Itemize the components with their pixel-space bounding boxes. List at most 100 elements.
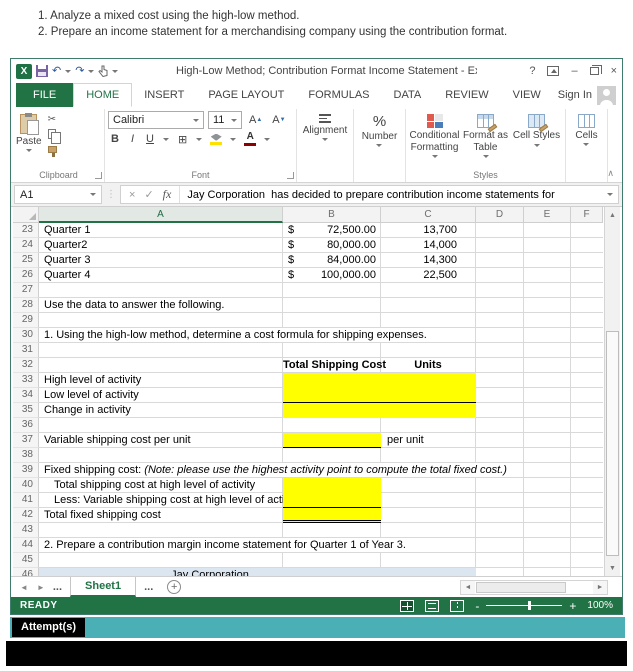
cell-F39[interactable] bbox=[571, 463, 603, 478]
cell-B42[interactable] bbox=[283, 508, 381, 523]
cell-B24[interactable]: $80,000.00 bbox=[283, 238, 381, 253]
cell-D43[interactable] bbox=[476, 523, 524, 538]
shrink-font-button[interactable]: A ▼ bbox=[269, 114, 288, 126]
cell-D31[interactable] bbox=[476, 343, 524, 358]
cell-F35[interactable] bbox=[571, 403, 603, 418]
cell-F24[interactable] bbox=[571, 238, 603, 253]
font-color-caret[interactable] bbox=[264, 137, 271, 141]
borders-icon[interactable]: ⊞ bbox=[175, 133, 190, 146]
bold-button[interactable]: B bbox=[108, 133, 122, 145]
cell-A23[interactable]: Quarter 1 bbox=[39, 223, 283, 238]
sign-in-link[interactable]: Sign In bbox=[558, 89, 592, 101]
zoom-in-icon[interactable]: + bbox=[569, 600, 576, 612]
cell-B41[interactable] bbox=[283, 493, 381, 508]
cell-C35[interactable] bbox=[381, 403, 476, 418]
row-header-41[interactable]: 41 bbox=[13, 493, 39, 508]
cell-F31[interactable] bbox=[571, 343, 603, 358]
tab-page-layout[interactable]: PAGE LAYOUT bbox=[196, 83, 296, 107]
cell-C24[interactable]: 14,000 bbox=[381, 238, 476, 253]
tab-insert[interactable]: INSERT bbox=[132, 83, 196, 107]
cell-A45[interactable] bbox=[39, 553, 283, 568]
cell-D26[interactable] bbox=[476, 268, 524, 283]
cell-B31[interactable] bbox=[283, 343, 381, 358]
cell-C28[interactable] bbox=[381, 298, 476, 313]
cell-F41[interactable] bbox=[571, 493, 603, 508]
zoom-out-icon[interactable]: - bbox=[475, 600, 479, 612]
cell-D24[interactable] bbox=[476, 238, 524, 253]
cell-D35[interactable] bbox=[476, 403, 524, 418]
font-dialog-launcher-icon[interactable] bbox=[287, 172, 294, 179]
underline-caret[interactable] bbox=[162, 137, 169, 141]
cell-A36[interactable] bbox=[39, 418, 283, 433]
alignment-button[interactable]: Alignment bbox=[303, 111, 347, 180]
cell-A37[interactable]: Variable shipping cost per unit bbox=[39, 433, 283, 448]
cell-C43[interactable] bbox=[381, 523, 476, 538]
ribbon-display-options-icon[interactable] bbox=[547, 66, 560, 76]
cell-C45[interactable] bbox=[381, 553, 476, 568]
undo-icon[interactable]: ↶ bbox=[52, 65, 61, 77]
cell-A41[interactable]: Less: Variable shipping cost at high lev… bbox=[39, 493, 301, 508]
sheet-prev-icon[interactable]: ◄ bbox=[20, 583, 28, 592]
sheet-dots-left[interactable]: ... bbox=[53, 581, 62, 593]
cell-A31[interactable] bbox=[39, 343, 283, 358]
cell-A27[interactable] bbox=[39, 283, 283, 298]
cell-F26[interactable] bbox=[571, 268, 603, 283]
tab-home[interactable]: HOME bbox=[73, 83, 133, 107]
undo-dropdown-caret[interactable] bbox=[65, 69, 72, 73]
cell-C26[interactable]: 22,500 bbox=[381, 268, 476, 283]
cell-E30[interactable] bbox=[524, 328, 571, 343]
cell-D41[interactable] bbox=[476, 493, 524, 508]
cell-D46[interactable] bbox=[476, 568, 524, 576]
cell-F46[interactable] bbox=[571, 568, 603, 576]
fill-color-caret[interactable] bbox=[230, 137, 237, 141]
cell-C34[interactable] bbox=[381, 388, 476, 403]
cell-E33[interactable] bbox=[524, 373, 571, 388]
conditional-formatting-button[interactable]: Conditional Formatting bbox=[409, 111, 460, 166]
hscroll-left-icon[interactable]: ◄ bbox=[461, 580, 475, 594]
cell-B38[interactable] bbox=[283, 448, 381, 463]
row-header-44[interactable]: 44 bbox=[13, 538, 39, 553]
cell-A39[interactable]: Fixed shipping cost: (Note: please use t… bbox=[39, 463, 524, 478]
scroll-up-icon[interactable]: ▲ bbox=[605, 207, 620, 223]
restore-icon[interactable] bbox=[589, 65, 602, 75]
cell-F34[interactable] bbox=[571, 388, 603, 403]
cell-F38[interactable] bbox=[571, 448, 603, 463]
cell-B27[interactable] bbox=[283, 283, 381, 298]
cell-E44[interactable] bbox=[524, 538, 571, 553]
cell-A43[interactable] bbox=[39, 523, 283, 538]
row-header-46[interactable]: 46 bbox=[13, 568, 39, 576]
cell-F36[interactable] bbox=[571, 418, 603, 433]
column-header-C[interactable]: C bbox=[381, 207, 476, 223]
cell-D28[interactable] bbox=[476, 298, 524, 313]
cell-E28[interactable] bbox=[524, 298, 571, 313]
cell-A42[interactable]: Total fixed shipping cost bbox=[39, 508, 283, 523]
cell-C41[interactable] bbox=[381, 493, 476, 508]
cell-B32[interactable]: Total Shipping Cost bbox=[283, 358, 386, 373]
row-header-43[interactable]: 43 bbox=[13, 523, 39, 538]
cell-E37[interactable] bbox=[524, 433, 571, 448]
cell-E36[interactable] bbox=[524, 418, 571, 433]
name-box[interactable]: A1 bbox=[14, 185, 102, 204]
row-header-27[interactable]: 27 bbox=[13, 283, 39, 298]
save-icon[interactable] bbox=[36, 65, 48, 77]
cell-E32[interactable] bbox=[524, 358, 571, 373]
cell-B43[interactable] bbox=[283, 523, 381, 538]
cell-D44[interactable] bbox=[476, 538, 524, 553]
touch-mode-icon[interactable] bbox=[98, 65, 108, 77]
cell-D27[interactable] bbox=[476, 283, 524, 298]
underline-button[interactable]: U bbox=[143, 133, 157, 145]
cell-A35[interactable]: Change in activity bbox=[39, 403, 283, 418]
column-header-B[interactable]: B bbox=[283, 207, 381, 223]
row-header-32[interactable]: 32 bbox=[13, 358, 39, 373]
cell-F45[interactable] bbox=[571, 553, 603, 568]
row-header-34[interactable]: 34 bbox=[13, 388, 39, 403]
cell-D34[interactable] bbox=[476, 388, 524, 403]
formula-input[interactable]: Jay Corporation has decided to prepare c… bbox=[180, 189, 602, 201]
cell-E39[interactable] bbox=[524, 463, 571, 478]
cell-A40[interactable]: Total shipping cost at high level of act… bbox=[39, 478, 283, 493]
normal-view-icon[interactable] bbox=[400, 599, 415, 612]
column-header-D[interactable]: D bbox=[476, 207, 524, 223]
cell-E35[interactable] bbox=[524, 403, 571, 418]
font-color-button[interactable]: A bbox=[242, 132, 258, 146]
sheet-dots-right[interactable]: ... bbox=[144, 581, 153, 593]
